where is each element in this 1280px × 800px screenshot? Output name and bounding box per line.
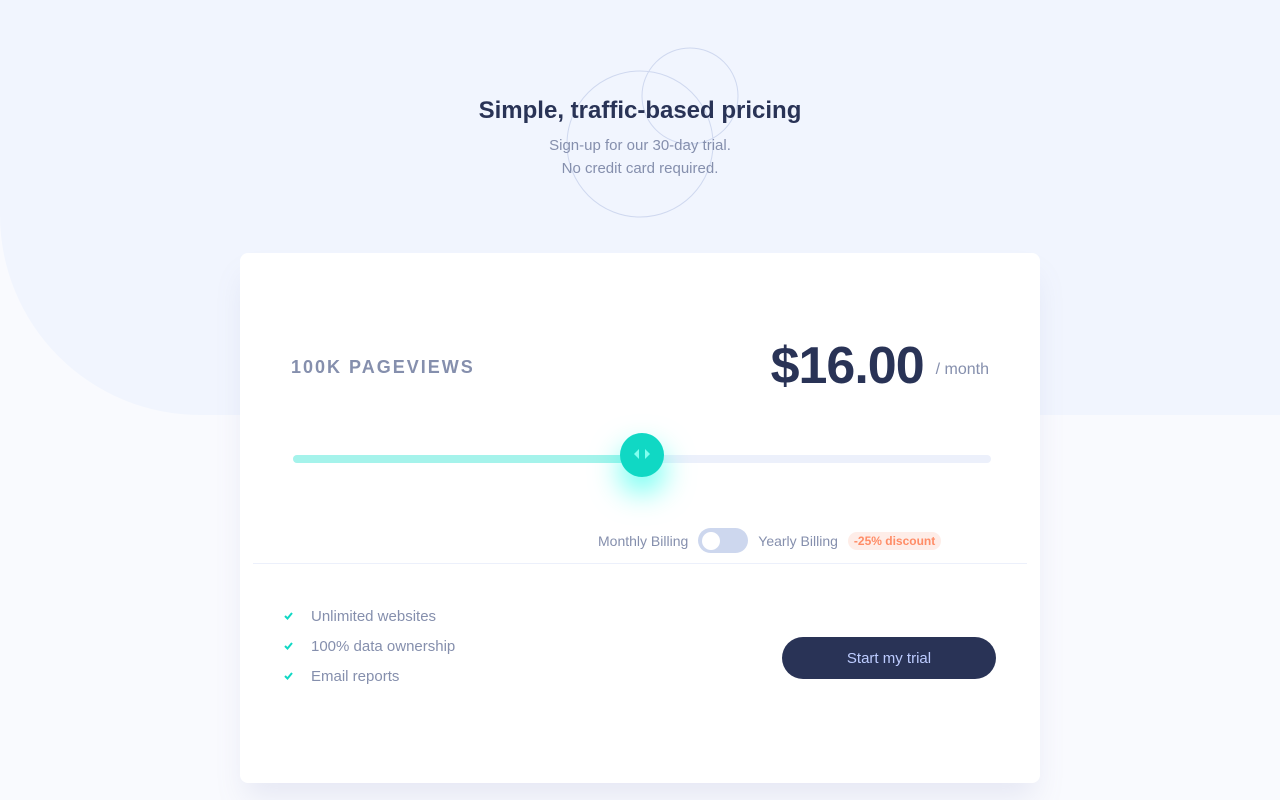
feature-label: Email reports — [311, 667, 400, 685]
subtitle-line-1: Sign-up for our 30-day trial. — [549, 137, 731, 154]
feature-item: 100% data ownership — [284, 631, 455, 661]
slider-thumb[interactable] — [620, 433, 664, 477]
feature-label: Unlimited websites — [311, 607, 437, 625]
price-display: $16.00 / month — [771, 333, 989, 399]
chevrons-left-right-icon — [634, 446, 650, 464]
discount-badge: -25% discount — [847, 531, 942, 550]
yearly-billing-label: Yearly Billing — [758, 532, 838, 549]
pricing-card: 100K PAGEVIEWS $16.00 / month Monthly Bi… — [240, 253, 1040, 783]
page-subtitle: Sign-up for our 30-day trial. No credit … — [0, 134, 1280, 180]
page-header: Simple, traffic-based pricing Sign-up fo… — [0, 96, 1280, 180]
card-divider — [253, 563, 1027, 564]
subtitle-line-2: No credit card required. — [561, 160, 719, 177]
billing-toggle-row: Monthly Billing Yearly Billing -25% disc… — [598, 528, 942, 553]
feature-item: Email reports — [284, 661, 455, 691]
billing-toggle-knob — [702, 531, 721, 550]
check-icon — [284, 642, 311, 650]
check-icon — [284, 612, 311, 620]
check-icon — [284, 672, 311, 680]
page-title: Simple, traffic-based pricing — [478, 97, 802, 124]
pageviews-slider[interactable] — [293, 433, 991, 477]
monthly-billing-label: Monthly Billing — [598, 532, 689, 549]
billing-toggle[interactable] — [698, 528, 749, 553]
slider-fill — [293, 455, 642, 463]
price-amount: $16.00 — [770, 337, 925, 395]
start-trial-button[interactable]: Start my trial — [782, 637, 996, 679]
feature-item: Unlimited websites — [284, 601, 455, 631]
feature-list: Unlimited websites 100% data ownership E… — [284, 601, 455, 691]
price-period: / month — [935, 361, 989, 378]
pageviews-label: 100K PAGEVIEWS — [291, 357, 475, 377]
feature-label: 100% data ownership — [311, 637, 456, 655]
